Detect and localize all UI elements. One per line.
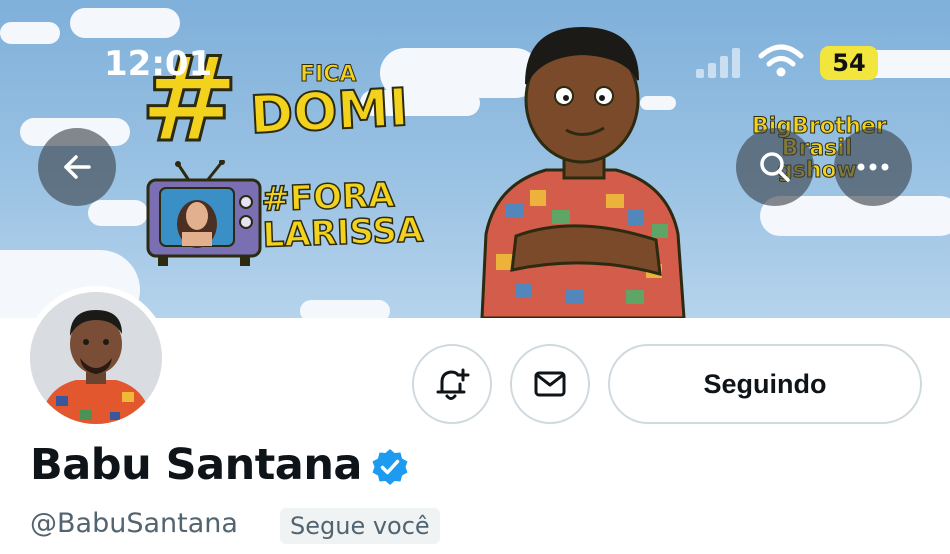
mail-icon <box>534 371 566 397</box>
wifi-icon <box>758 44 804 77</box>
arrow-left-icon <box>64 155 91 179</box>
notifications-button[interactable] <box>412 344 492 424</box>
tv-illustration <box>146 160 262 266</box>
follows-you-badge: Segue você <box>280 508 440 544</box>
profile-banner[interactable]: # FICA DOMI #FORA LARISSA BigBrother Bra… <box>0 0 950 318</box>
profile-handle: @BabuSantana <box>30 508 238 539</box>
more-horizontal-icon <box>857 163 889 171</box>
avatar-photo <box>30 292 162 424</box>
cloud <box>88 200 148 226</box>
more-button[interactable] <box>834 128 912 206</box>
cartoon-character-illustration <box>480 26 686 318</box>
message-button[interactable] <box>510 344 590 424</box>
cloud <box>0 22 60 44</box>
profile-avatar[interactable] <box>24 286 168 430</box>
banner-text-domi: DOMI <box>248 77 411 147</box>
battery-indicator: 54 <box>820 46 878 80</box>
following-button[interactable]: Seguindo <box>608 344 922 424</box>
status-bar-time: 12:01 <box>104 44 213 84</box>
banner-text-fora-larissa: #FORA LARISSA <box>260 174 425 256</box>
cloud <box>300 300 390 318</box>
search-button[interactable] <box>736 128 814 206</box>
back-button[interactable] <box>38 128 116 206</box>
verified-badge-icon <box>372 449 408 485</box>
bell-plus-icon <box>436 368 470 400</box>
cellular-signal-icon <box>696 48 742 78</box>
search-icon <box>760 152 790 182</box>
banner-text-larissa: LARISSA <box>261 209 424 256</box>
profile-display-name: Babu Santana <box>30 440 362 490</box>
